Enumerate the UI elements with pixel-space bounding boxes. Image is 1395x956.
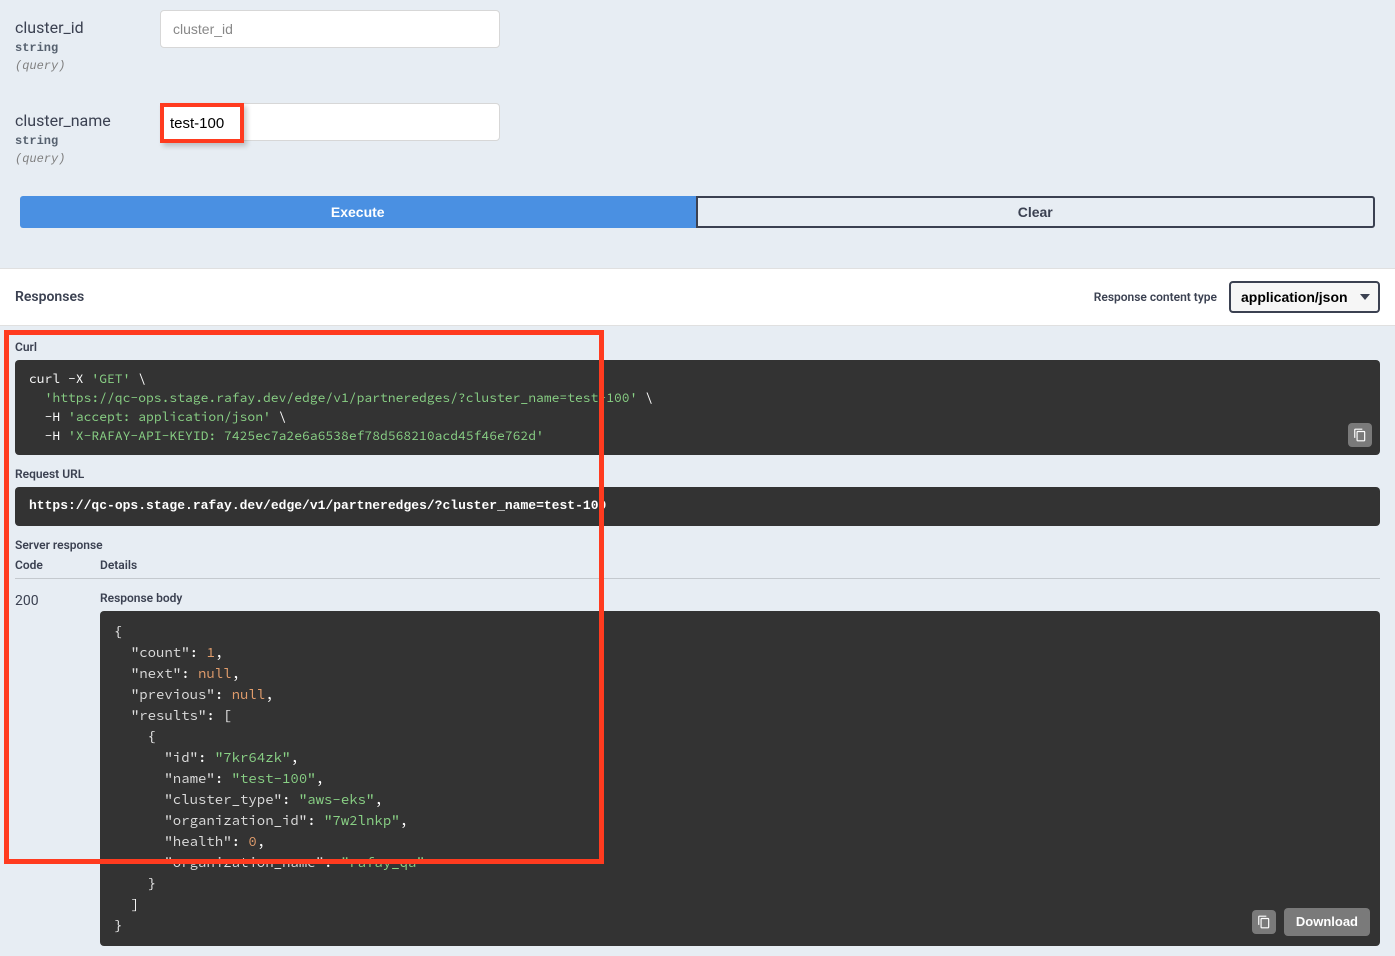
responses-title: Responses <box>15 289 84 305</box>
cluster-name-input[interactable] <box>166 109 238 137</box>
content-type-label: Response content type <box>1094 290 1217 304</box>
execute-button[interactable]: Execute <box>20 196 696 228</box>
results-section: Curl curl -X 'GET' \ 'https://qc-ops.sta… <box>0 326 1395 956</box>
status-code: 200 <box>15 591 100 609</box>
response-body-block: { "count": 1, "next": null, "previous": … <box>100 611 1380 946</box>
details-header: Details <box>100 558 137 572</box>
action-buttons: Execute Clear <box>20 196 1375 228</box>
response-row: 200 Response body { "count": 1, "next": … <box>15 591 1380 946</box>
server-response-label: Server response <box>15 538 1380 552</box>
request-url-block: https://qc-ops.stage.rafay.dev/edge/v1/p… <box>15 487 1380 525</box>
download-button[interactable]: Download <box>1284 908 1370 936</box>
cluster-id-input[interactable] <box>160 10 500 48</box>
curl-block: curl -X 'GET' \ 'https://qc-ops.stage.ra… <box>15 360 1380 455</box>
copy-curl-icon[interactable] <box>1348 423 1372 447</box>
param-in: (query) <box>15 152 160 166</box>
curl-label: Curl <box>15 340 1380 354</box>
param-name: cluster_name <box>15 111 160 130</box>
clear-button[interactable]: Clear <box>696 196 1376 228</box>
param-name: cluster_id <box>15 18 160 37</box>
request-url-label: Request URL <box>15 467 1380 481</box>
parameters-section: cluster_id string (query) cluster_name s… <box>0 0 1395 268</box>
code-header: Code <box>15 558 100 572</box>
param-type: string <box>15 41 160 55</box>
copy-body-icon[interactable] <box>1252 910 1276 934</box>
param-in: (query) <box>15 59 160 73</box>
content-type-select[interactable]: application/json <box>1229 281 1380 313</box>
param-type: string <box>15 134 160 148</box>
param-cluster-id: cluster_id string (query) <box>15 10 1380 73</box>
response-body-label: Response body <box>100 591 1380 605</box>
responses-header: Responses Response content type applicat… <box>0 268 1395 326</box>
param-cluster-name: cluster_name string (query) <box>15 103 1380 166</box>
response-table-header: Code Details <box>15 558 1380 579</box>
